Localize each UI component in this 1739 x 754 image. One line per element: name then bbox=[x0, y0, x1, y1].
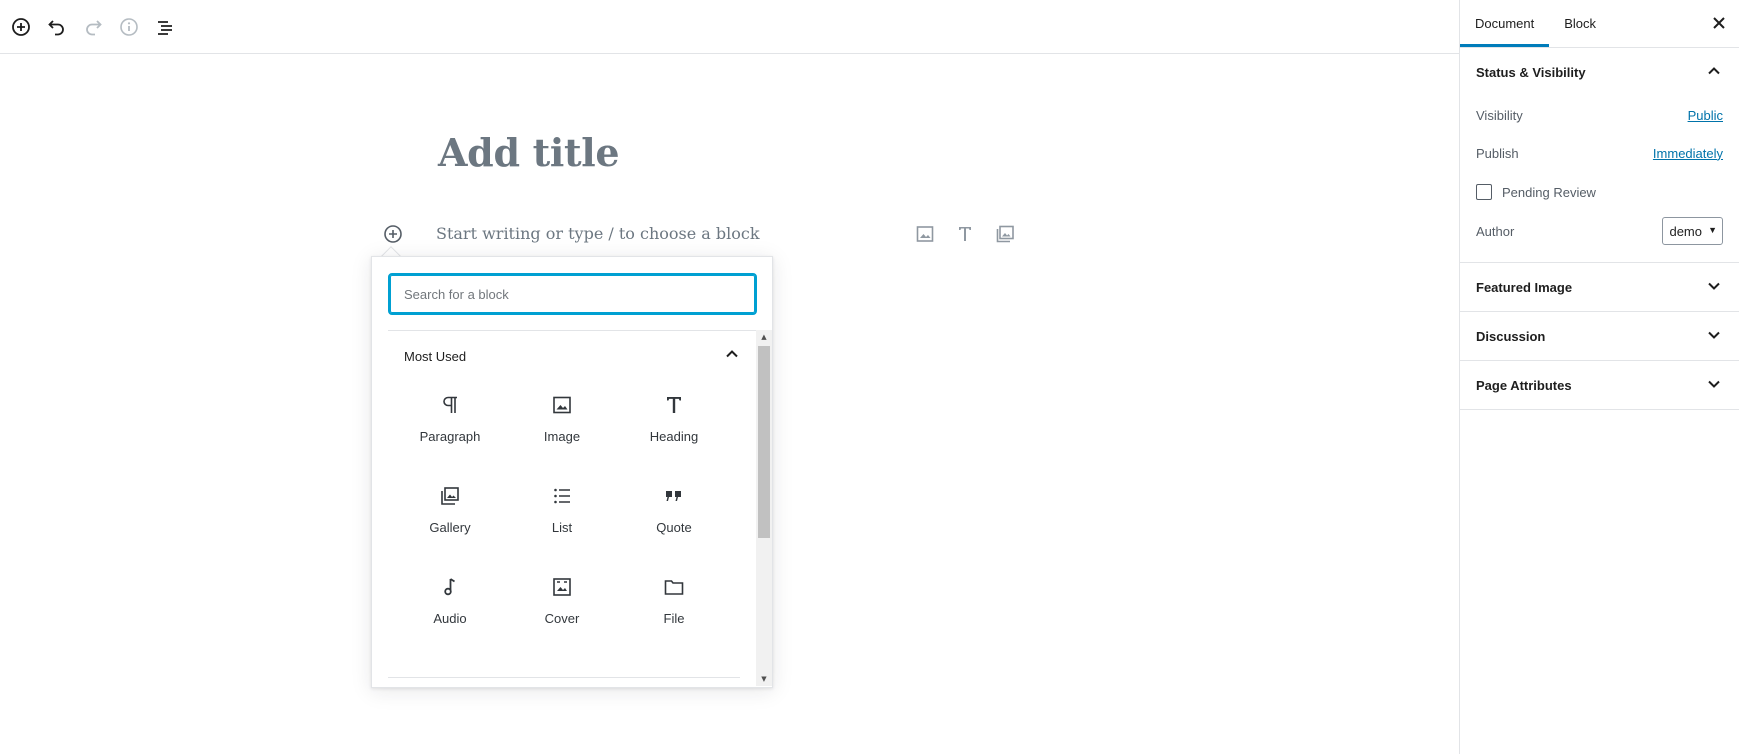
panel-title: Status & Visibility bbox=[1476, 64, 1586, 80]
add-block-icon[interactable] bbox=[10, 16, 32, 38]
settings-sidebar: Document Block Status & Visibility Visib… bbox=[1459, 0, 1739, 754]
author-row: Author demo ▼ bbox=[1460, 212, 1739, 250]
list-icon bbox=[550, 484, 574, 508]
block-label: Gallery bbox=[429, 520, 471, 535]
scroll-down-arrow-icon[interactable]: ▼ bbox=[756, 672, 772, 686]
info-icon[interactable] bbox=[118, 16, 140, 38]
discussion-header[interactable]: Discussion bbox=[1460, 312, 1739, 360]
block-label: Cover bbox=[544, 611, 580, 626]
panel-title: Page Attributes bbox=[1476, 377, 1572, 393]
chevron-down-icon bbox=[1705, 326, 1723, 347]
author-value: demo bbox=[1669, 223, 1702, 239]
dropdown-arrow-icon: ▼ bbox=[1708, 225, 1717, 235]
scroll-thumb[interactable] bbox=[758, 346, 770, 538]
chevron-up-icon bbox=[1705, 62, 1723, 83]
editor-toolbar bbox=[0, 0, 1459, 54]
publish-link[interactable]: Immediately bbox=[1653, 146, 1723, 161]
inline-inserter-icon[interactable] bbox=[382, 223, 404, 245]
block-heading[interactable]: Heading bbox=[618, 381, 730, 472]
undo-icon[interactable] bbox=[46, 16, 68, 38]
chevron-down-icon bbox=[1705, 277, 1723, 298]
quick-inserter bbox=[914, 223, 1016, 245]
scroll-up-arrow-icon[interactable]: ▲ bbox=[756, 330, 772, 344]
discussion-panel: Discussion bbox=[1460, 312, 1739, 361]
block-audio[interactable]: Audio bbox=[394, 563, 506, 654]
page-attributes-header[interactable]: Page Attributes bbox=[1460, 361, 1739, 409]
block-paragraph[interactable]: Paragraph bbox=[394, 381, 506, 472]
most-used-panel-header[interactable]: Most Used bbox=[388, 331, 757, 381]
block-label: Audio bbox=[433, 611, 467, 626]
block-image[interactable]: Image bbox=[506, 381, 618, 472]
quote-icon bbox=[662, 484, 686, 508]
block-label: Image bbox=[543, 429, 581, 444]
featured-image-header[interactable]: Featured Image bbox=[1460, 263, 1739, 311]
cover-icon bbox=[550, 575, 574, 599]
block-inserter-popover: Most Used Paragraph Image bbox=[371, 256, 773, 688]
image-block-icon[interactable] bbox=[914, 223, 936, 245]
pending-review-label[interactable]: Pending Review bbox=[1502, 185, 1596, 200]
most-used-title: Most Used bbox=[404, 348, 467, 364]
pending-review-checkbox[interactable] bbox=[1476, 184, 1492, 200]
chevron-up-icon bbox=[723, 345, 741, 367]
heading-block-icon[interactable] bbox=[954, 223, 976, 245]
block-grid: Paragraph Image Heading Gallery List Quo… bbox=[388, 381, 757, 654]
block-label: Paragraph bbox=[419, 429, 481, 444]
pending-review-row: Pending Review bbox=[1460, 172, 1739, 212]
featured-image-panel: Featured Image bbox=[1460, 263, 1739, 312]
author-label: Author bbox=[1476, 223, 1515, 239]
tab-block[interactable]: Block bbox=[1549, 0, 1611, 47]
audio-icon bbox=[438, 575, 462, 599]
gallery-icon bbox=[438, 484, 462, 508]
publish-label: Publish bbox=[1476, 145, 1519, 161]
gallery-block-icon[interactable] bbox=[994, 223, 1016, 245]
file-icon bbox=[662, 575, 686, 599]
block-cover[interactable]: Cover bbox=[506, 563, 618, 654]
block-label: Quote bbox=[656, 520, 692, 535]
chevron-down-icon bbox=[1705, 375, 1723, 396]
block-label: Heading bbox=[649, 429, 699, 444]
panel-title: Featured Image bbox=[1476, 279, 1573, 295]
visibility-label: Visibility bbox=[1476, 107, 1523, 123]
results-divider bbox=[388, 677, 740, 678]
outline-icon[interactable] bbox=[154, 16, 176, 38]
block-file[interactable]: File bbox=[618, 563, 730, 654]
publish-row: Publish Immediately bbox=[1460, 134, 1739, 172]
paragraph-icon bbox=[438, 393, 462, 417]
panel-title: Discussion bbox=[1476, 328, 1546, 344]
block-quote[interactable]: Quote bbox=[618, 472, 730, 563]
tab-document[interactable]: Document bbox=[1460, 0, 1550, 47]
redo-icon[interactable] bbox=[82, 16, 104, 38]
heading-icon bbox=[662, 393, 686, 417]
inserter-results: Most Used Paragraph Image Heading Galler… bbox=[388, 330, 757, 686]
image-icon bbox=[550, 393, 574, 417]
block-gallery[interactable]: Gallery bbox=[394, 472, 506, 563]
status-visibility-header[interactable]: Status & Visibility bbox=[1460, 48, 1739, 96]
block-list[interactable]: List bbox=[506, 472, 618, 563]
status-visibility-panel: Status & Visibility Visibility Public Pu… bbox=[1460, 48, 1739, 263]
post-title-placeholder[interactable]: Add title bbox=[438, 130, 620, 175]
visibility-row: Visibility Public bbox=[1460, 96, 1739, 134]
block-label: List bbox=[551, 520, 573, 535]
block-search-input[interactable] bbox=[388, 273, 757, 315]
author-select[interactable]: demo ▼ bbox=[1662, 217, 1723, 245]
inserter-scrollbar[interactable]: ▲ ▼ bbox=[756, 330, 772, 686]
block-label: File bbox=[663, 611, 685, 626]
close-icon[interactable] bbox=[1709, 13, 1729, 33]
page-attributes-panel: Page Attributes bbox=[1460, 361, 1739, 410]
block-placeholder[interactable]: Start writing or type / to choose a bloc… bbox=[436, 224, 760, 243]
sidebar-tabs: Document Block bbox=[1460, 0, 1739, 48]
visibility-link[interactable]: Public bbox=[1688, 108, 1723, 123]
